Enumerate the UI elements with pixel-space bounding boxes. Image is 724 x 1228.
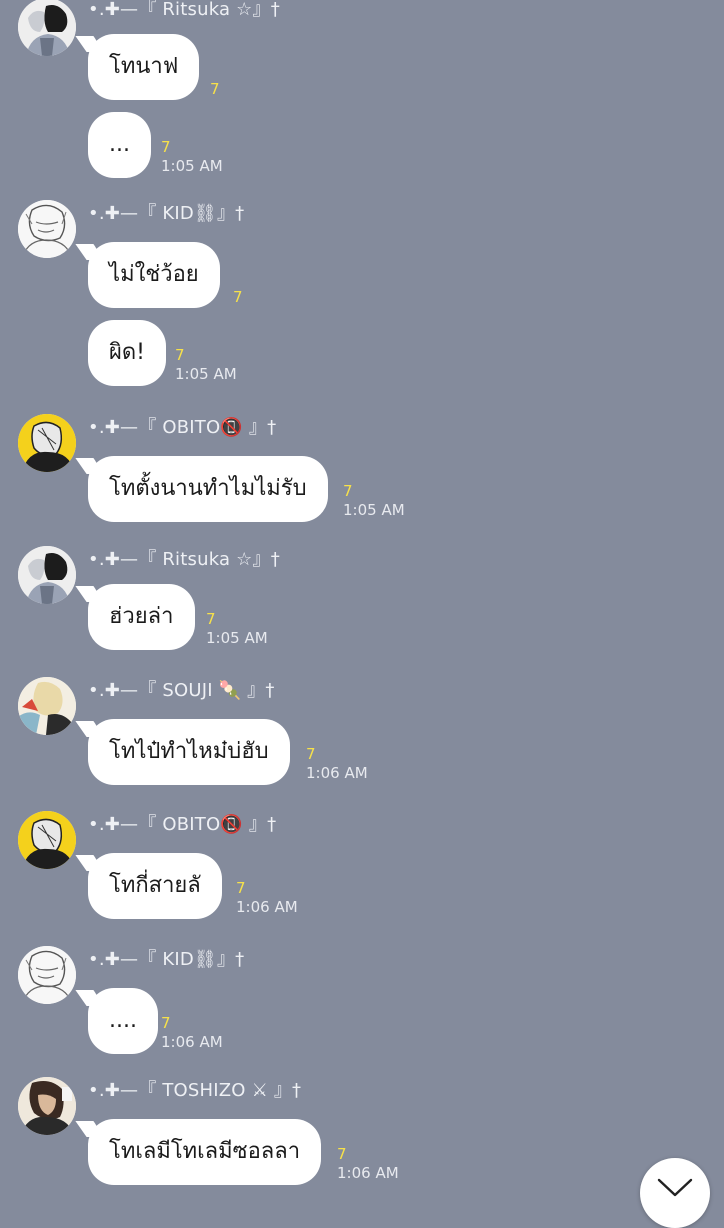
read-count: 7 — [306, 745, 316, 763]
timestamp: 1:05 AM — [343, 501, 405, 519]
timestamp: 1:05 AM — [175, 365, 237, 383]
read-count: 7 — [337, 1145, 347, 1163]
timestamp: 1:06 AM — [161, 1033, 223, 1051]
message-bubble[interactable]: ไม่ใช่ว้อย — [88, 242, 220, 308]
read-count: 7 — [236, 879, 246, 897]
message-bubble[interactable]: .... — [88, 988, 158, 1054]
message-bubble[interactable]: ฮ่วยล่า — [88, 584, 195, 650]
message-bubble[interactable]: โทไป๋ทำไหม๋บ่ฮับ — [88, 719, 290, 785]
read-count: 7 — [206, 610, 216, 628]
sender-name: •.✚—『 Ritsuka ☆』† — [88, 549, 280, 570]
timestamp: 1:06 AM — [337, 1164, 399, 1182]
message-bubble[interactable]: โทตั้งนานทำไมไม่รับ — [88, 456, 328, 522]
obito-avatar[interactable] — [18, 414, 76, 472]
obito-avatar[interactable] — [18, 811, 76, 869]
sender-name: •.✚—『 OBITO📵 』† — [88, 814, 277, 835]
read-count: 7 — [233, 288, 243, 306]
kid-avatar[interactable] — [18, 946, 76, 1004]
message-bubble[interactable]: ผิด! — [88, 320, 166, 386]
timestamp: 1:05 AM — [206, 629, 268, 647]
message-bubble[interactable]: โทนาฟ — [88, 34, 200, 100]
read-count: 7 — [161, 1014, 171, 1032]
ritsuka-avatar[interactable] — [18, 546, 76, 604]
scroll-to-bottom-button[interactable] — [640, 1158, 710, 1228]
read-count: 7 — [175, 346, 185, 364]
sender-name: •.✚—『 KID⛓』† — [88, 949, 245, 970]
read-count: 7 — [210, 80, 220, 98]
timestamp: 1:06 AM — [306, 764, 368, 782]
souji-avatar[interactable] — [18, 677, 76, 735]
ritsuka-avatar[interactable] — [18, 0, 76, 56]
chevron-down-icon — [657, 1178, 693, 1197]
toshizo-avatar[interactable] — [18, 1077, 76, 1135]
timestamp: 1:05 AM — [161, 157, 223, 175]
message-bubble[interactable]: โทกี่สายลั — [88, 853, 222, 919]
timestamp: 1:06 AM — [236, 898, 298, 916]
read-count: 7 — [161, 138, 171, 156]
sender-name: •.✚—『 OBITO📵 』† — [88, 417, 277, 438]
sender-name: •.✚—『 TOSHIZO ⚔ 』† — [88, 1080, 302, 1101]
sender-name: •.✚—『 SOUJI 🍡 』† — [88, 680, 275, 701]
read-count: 7 — [343, 482, 353, 500]
message-bubble[interactable]: โทเลมีโทเลมีซอลลา — [88, 1119, 322, 1185]
message-bubble[interactable]: ... — [88, 112, 151, 178]
sender-name: •.✚—『 Ritsuka ☆』† — [88, 0, 280, 20]
sender-name: •.✚—『 KID⛓』† — [88, 203, 245, 224]
kid-avatar[interactable] — [18, 200, 76, 258]
